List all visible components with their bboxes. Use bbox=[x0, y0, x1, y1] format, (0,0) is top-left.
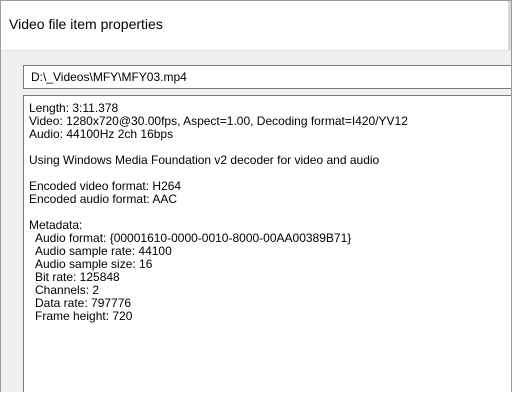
encoded-audio-line: Encoded audio format: AAC bbox=[29, 192, 178, 206]
metadata-frame-height: Frame height: 720 bbox=[35, 309, 133, 323]
file-info-text: Length: 3:11.378 Video: 1280x720@30.00fp… bbox=[29, 102, 408, 323]
properties-window: Video file item properties D:\_Videos\MF… bbox=[0, 0, 512, 392]
audio-line: Audio: 44100Hz 2ch 16bps bbox=[29, 127, 174, 141]
file-info-box[interactable]: Length: 3:11.378 Video: 1280x720@30.00fp… bbox=[23, 95, 511, 392]
decoder-line: Using Windows Media Foundation v2 decode… bbox=[29, 153, 380, 167]
title-bar-edge bbox=[508, 1, 511, 50]
title-bar[interactable]: Video file item properties bbox=[1, 1, 511, 50]
dialog-body: D:\_Videos\MFY\MFY03.mp4 Length: 3:11.37… bbox=[1, 50, 511, 392]
window-title: Video file item properties bbox=[9, 16, 163, 32]
file-path-field[interactable]: D:\_Videos\MFY\MFY03.mp4 bbox=[23, 65, 511, 89]
file-path-value: D:\_Videos\MFY\MFY03.mp4 bbox=[31, 70, 187, 84]
